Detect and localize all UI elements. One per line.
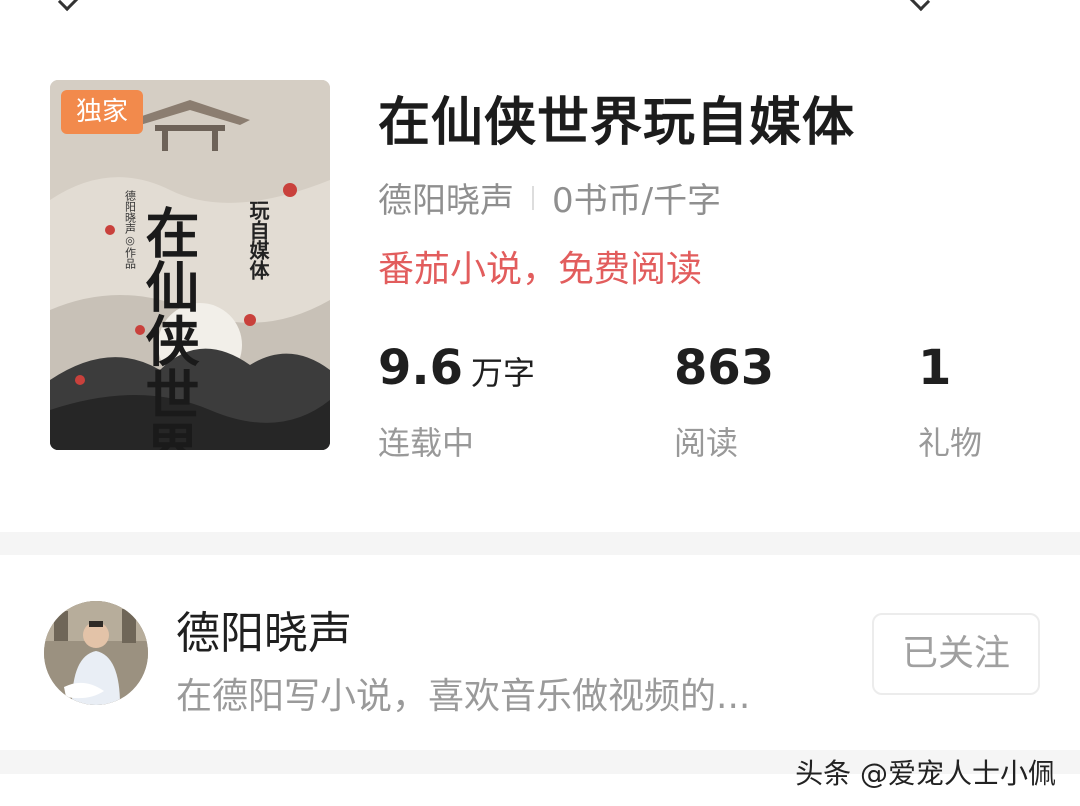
avatar-image <box>44 601 148 705</box>
book-cover[interactable]: 在仙侠世界 玩自媒体 德阳晓声◎作品 <box>50 80 330 450</box>
watermark: 头条 @爱宠人士小佩 <box>795 757 1056 790</box>
author-name[interactable]: 德阳晓声 <box>176 597 352 661</box>
serial-status-label: 连载中 <box>378 424 475 462</box>
reads-label: 阅读 <box>674 424 739 462</box>
book-title: 在仙侠世界玩自媒体 <box>378 93 856 153</box>
cover-subtitle-text: 玩自媒体 <box>246 200 270 281</box>
word-count-unit: 万字 <box>471 354 536 392</box>
meta-separator <box>532 185 534 210</box>
author-card[interactable]: 德阳晓声 在德阳写小说，喜欢音乐做视频的... 已关注 <box>0 555 1080 750</box>
followed-button[interactable]: 已关注 <box>872 613 1040 695</box>
avatar[interactable] <box>44 601 148 705</box>
word-count-value: 9.6 <box>378 340 464 396</box>
stat-reads: 863 阅读 <box>674 340 775 462</box>
promo-text: 番茄小说，免费阅读 <box>378 249 703 290</box>
book-price: 0书币/千字 <box>552 181 722 221</box>
reads-value: 863 <box>674 340 775 396</box>
book-author[interactable]: 德阳晓声 <box>378 173 514 222</box>
book-meta: 德阳晓声 0书币/千字 <box>378 173 721 222</box>
section-divider <box>0 532 1080 555</box>
gifts-label: 礼物 <box>918 424 983 462</box>
cover-author-text: 德阳晓声◎作品 <box>124 189 137 269</box>
stat-word-count: 9.6 万字 连载中 <box>378 340 536 462</box>
exclusive-badge: 独家 <box>61 90 143 134</box>
author-bio: 在德阳写小说，喜欢音乐做视频的... <box>176 676 751 717</box>
book-info-section: 在仙侠世界 玩自媒体 德阳晓声◎作品 独家 在仙侠世界玩自媒体 德阳晓声 0书币… <box>0 0 1080 532</box>
cover-illustration: 在仙侠世界 玩自媒体 德阳晓声◎作品 <box>50 80 330 450</box>
stat-gifts[interactable]: 1 礼物 <box>918 340 982 462</box>
gifts-value: 1 <box>918 340 952 396</box>
cover-title-text: 在仙侠世界 <box>136 205 200 450</box>
